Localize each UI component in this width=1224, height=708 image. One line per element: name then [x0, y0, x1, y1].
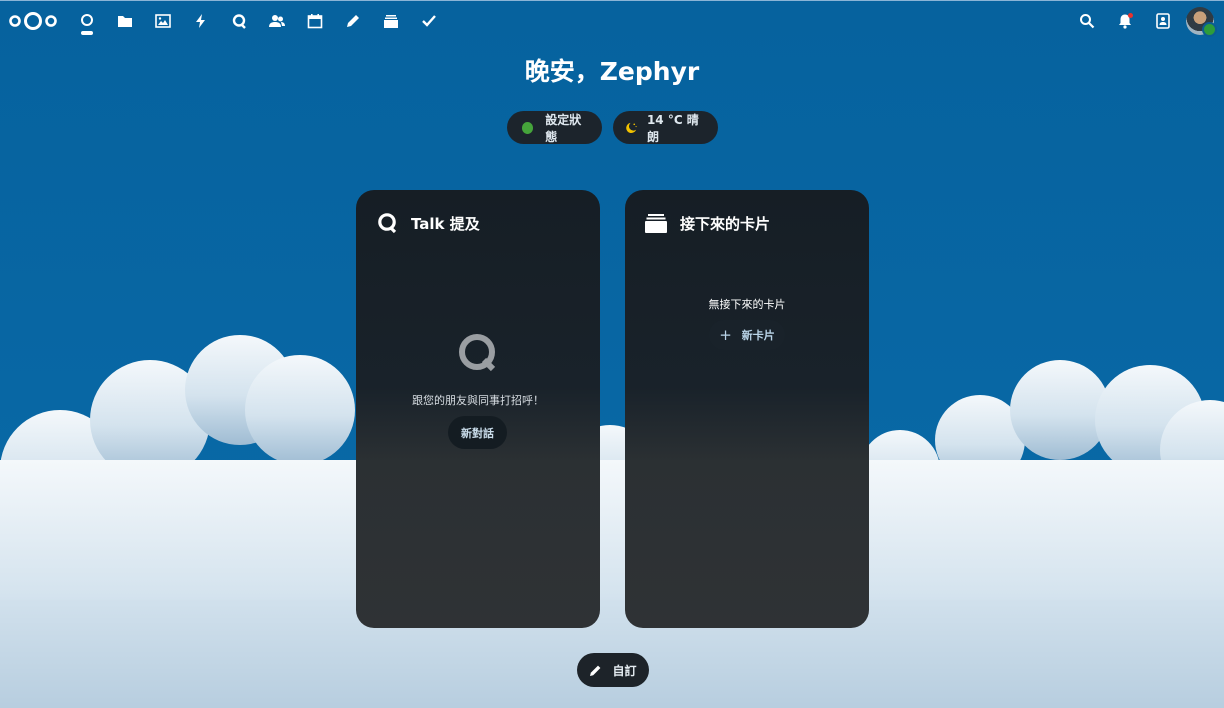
nav-talk[interactable]	[220, 1, 258, 41]
files-icon	[118, 16, 132, 27]
nav-deck[interactable]	[372, 1, 410, 41]
customize-label: 自訂	[612, 663, 637, 678]
moon-stars-icon	[626, 122, 637, 133]
activity-icon	[196, 14, 205, 28]
notification-badge	[1128, 13, 1133, 18]
header-right	[1068, 1, 1224, 41]
new-card-label: 新卡片	[741, 329, 775, 342]
nav-activity[interactable]	[182, 1, 220, 41]
nav-photos[interactable]	[144, 1, 182, 41]
unified-search-button[interactable]	[1068, 1, 1106, 41]
talk-widget-title: Talk 提及	[411, 214, 480, 233]
user-status-indicator	[1202, 22, 1217, 37]
tasks-icon	[422, 15, 436, 27]
nav-files[interactable]	[106, 1, 144, 41]
nav-contacts[interactable]	[258, 1, 296, 41]
active-indicator	[81, 31, 93, 35]
contacts-icon	[269, 15, 285, 27]
nav-calendar[interactable]	[296, 1, 334, 41]
deck-widget-header: 接下來的卡片	[645, 212, 770, 234]
calendar-icon	[307, 14, 323, 29]
new-conversation-button[interactable]: 新對話	[448, 416, 507, 449]
nav-dashboard[interactable]	[68, 1, 106, 41]
background-sky-clouds	[0, 0, 1224, 708]
photos-icon	[155, 14, 171, 28]
upcoming-cards-widget: 接下來的卡片 無接下來的卡片 + 新卡片	[625, 190, 869, 628]
weather-label: 14 °C 晴朗	[646, 112, 699, 144]
talk-icon	[378, 213, 397, 234]
greeting-heading: 晚安，Zephyr	[524, 57, 700, 86]
online-status-dot	[522, 121, 534, 134]
talk-icon	[232, 14, 246, 29]
nav-notes[interactable]	[334, 1, 372, 41]
talk-mentions-widget: Talk 提及 跟您的朋友與同事打招呼！ 新對話	[356, 190, 600, 628]
plus-icon: +	[719, 326, 732, 344]
dashboard-icon	[81, 14, 93, 26]
top-navigation-bar	[0, 0, 1224, 41]
deck-icon	[384, 15, 398, 28]
talk-empty-icon	[459, 334, 496, 372]
talk-empty-message: 跟您的朋友與同事打招呼！	[412, 394, 544, 407]
user-avatar[interactable]	[1186, 7, 1217, 37]
pencil-icon	[590, 665, 601, 676]
deck-widget-title: 接下來的卡片	[680, 214, 771, 233]
search-icon	[1080, 14, 1095, 29]
contacts-menu-icon	[1156, 13, 1170, 29]
notifications-button[interactable]	[1106, 1, 1144, 41]
customize-button[interactable]: 自訂	[577, 653, 649, 687]
weather-status-button[interactable]: 14 °C 晴朗	[613, 111, 718, 144]
nextcloud-logo[interactable]	[8, 9, 58, 33]
notes-icon	[347, 15, 359, 27]
app-navigation	[68, 1, 448, 41]
deck-icon	[645, 214, 667, 233]
talk-widget-header: Talk 提及	[376, 212, 480, 234]
deck-empty-message: 無接下來的卡片	[708, 298, 786, 311]
nav-tasks[interactable]	[410, 1, 448, 41]
contacts-menu-button[interactable]	[1144, 1, 1182, 41]
set-status-button[interactable]: 設定狀態	[507, 111, 602, 144]
new-card-button[interactable]: + 新卡片	[709, 320, 785, 350]
set-status-label: 設定狀態	[545, 112, 582, 144]
